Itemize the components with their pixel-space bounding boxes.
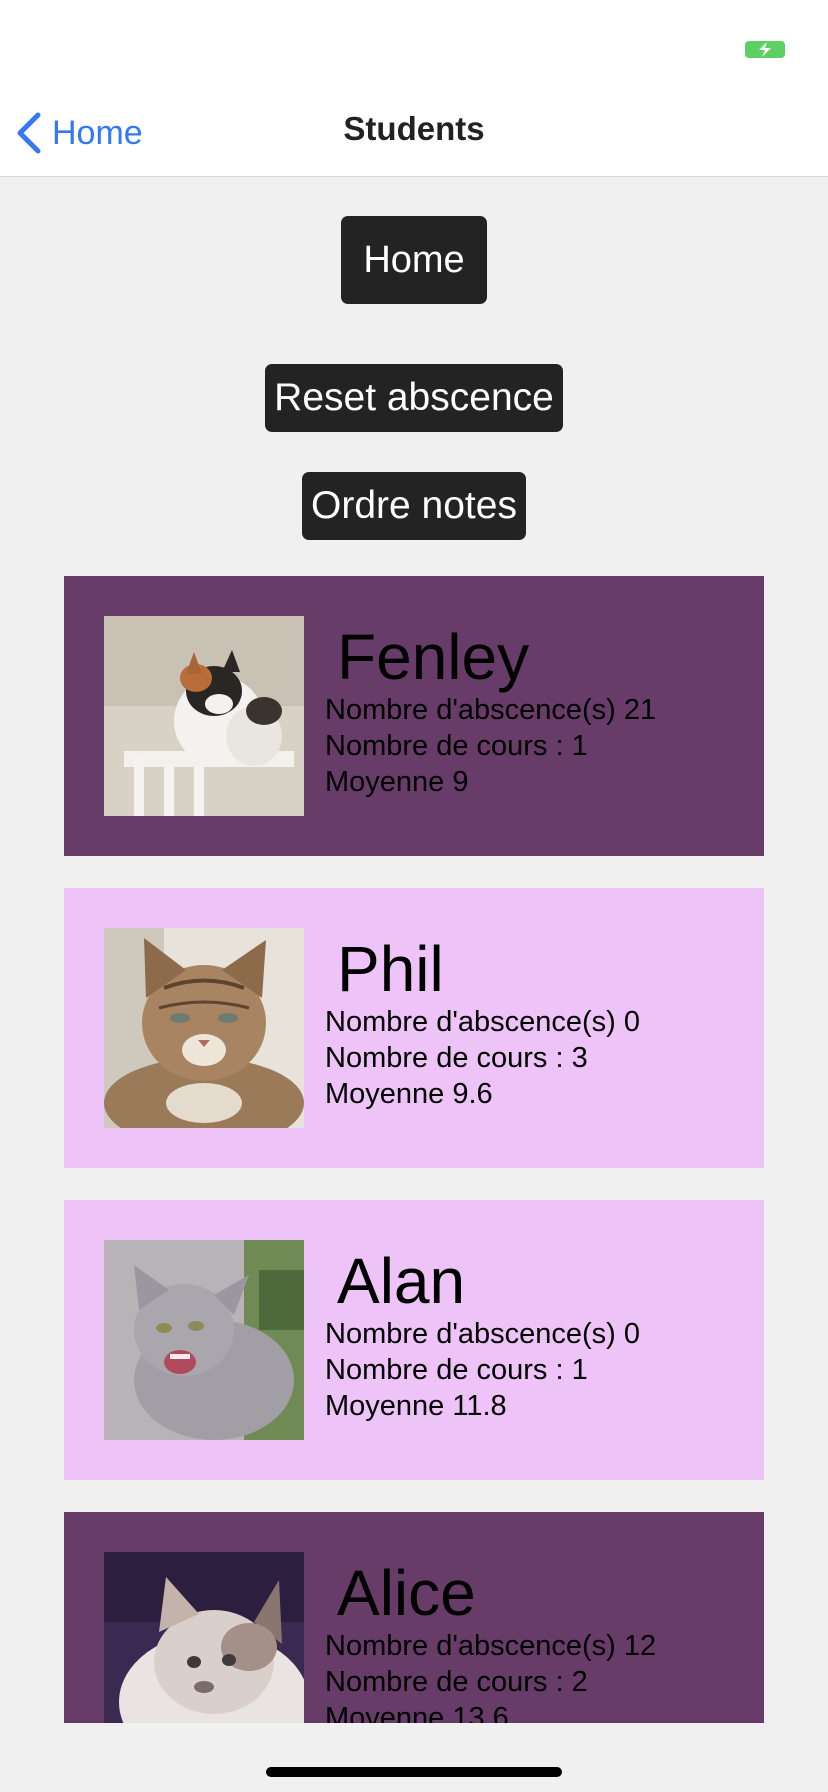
- course-count: Nombre de cours : 2: [325, 1666, 588, 1698]
- student-name: Alan: [337, 1245, 466, 1317]
- absence-count: Nombre d'abscence(s) 21: [325, 694, 657, 726]
- page-title: Students: [343, 110, 485, 147]
- course-count: Nombre de cours : 1: [325, 1354, 588, 1386]
- gray-cat-photo: [104, 1240, 304, 1440]
- calico-cat-photo: [104, 616, 304, 816]
- student-card-alan[interactable]: Alan Nombre d'abscence(s) 0 Nombre de co…: [64, 1200, 764, 1480]
- grade-average: Moyenne 11.8: [325, 1390, 507, 1422]
- home-button[interactable]: Home: [341, 216, 487, 304]
- student-name: Alice: [337, 1557, 476, 1629]
- grade-average: Moyenne 13.6: [325, 1702, 509, 1723]
- course-count: Nombre de cours : 1: [325, 730, 588, 762]
- absence-count: Nombre d'abscence(s) 0: [325, 1318, 641, 1350]
- navigation-bar: Home Students: [0, 88, 828, 177]
- student-list[interactable]: Fenley Nombre d'abscence(s) 21 Nombre de…: [64, 576, 764, 1723]
- absence-count: Nombre d'abscence(s) 0: [325, 1006, 641, 1038]
- student-name: Phil: [337, 933, 444, 1005]
- student-card-alice[interactable]: Alice Nombre d'abscence(s) 12 Nombre de …: [64, 1512, 764, 1723]
- fluffy-cat-photo: [104, 1552, 304, 1723]
- grade-average: Moyenne 9.6: [325, 1078, 493, 1110]
- grade-average: Moyenne 9: [325, 766, 469, 798]
- battery-charging-icon: [745, 41, 785, 58]
- home-indicator[interactable]: [266, 1767, 562, 1777]
- status-bar: [0, 0, 828, 88]
- student-name: Fenley: [337, 621, 530, 693]
- reset-absence-button[interactable]: Reset abscence: [265, 364, 563, 432]
- tabby-cat-photo: [104, 928, 304, 1128]
- absence-count: Nombre d'abscence(s) 12: [325, 1630, 657, 1662]
- student-card-phil[interactable]: Phil Nombre d'abscence(s) 0 Nombre de co…: [64, 888, 764, 1168]
- student-card-fenley[interactable]: Fenley Nombre d'abscence(s) 21 Nombre de…: [64, 576, 764, 856]
- app-screen: Home Students Home Reset abscence Ordre …: [0, 0, 828, 1792]
- course-count: Nombre de cours : 3: [325, 1042, 588, 1074]
- sort-grades-button[interactable]: Ordre notes: [302, 472, 526, 540]
